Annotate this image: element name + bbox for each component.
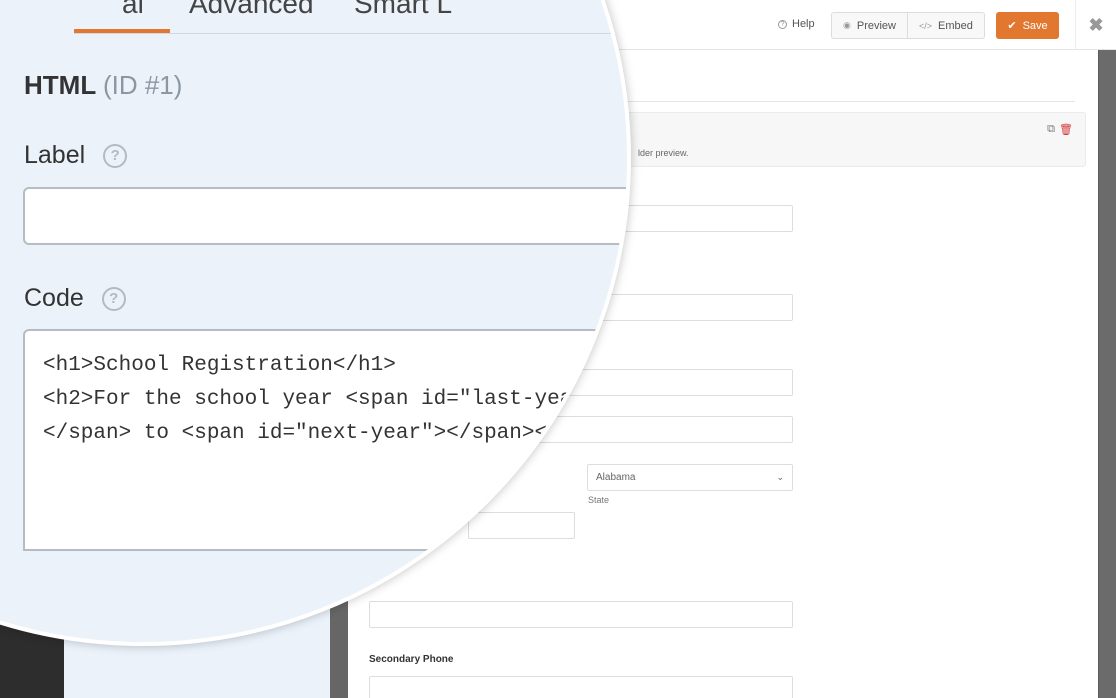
tab-general[interactable]: al [122,0,144,20]
secondary-phone-input[interactable] [369,676,793,698]
chevron-down-icon: ⌄ [776,472,784,482]
eye-icon: ◉ [843,20,851,30]
close-button[interactable]: ✖ [1075,0,1116,50]
preview-scrollbar[interactable] [1098,50,1116,698]
close-icon: ✖ [1088,14,1104,35]
magnifier-callout: al Advanced Smart L HTML (ID #1) Label ?… [0,0,631,646]
question-circle-icon[interactable]: ? [101,286,126,311]
question-circle-icon[interactable]: ? [103,143,128,168]
label-field-label: Label ? [24,141,128,170]
field-actions: ⧉ 🗑 [1047,123,1073,136]
label-input[interactable] [23,187,627,245]
code-textarea[interactable]: <h1>School Registration</h1> <h2>For the… [23,329,627,551]
code-icon: </> [918,20,932,31]
preview-button[interactable]: ◉ Preview [832,13,907,38]
check-icon: ✔ [1007,20,1017,32]
html-block-note: lder preview. [638,148,689,158]
field-title: HTML (ID #1) [24,70,182,101]
embed-button[interactable]: </> Embed [906,13,984,38]
save-label: Save [1022,19,1048,32]
code-field-label: Code ? [24,284,126,313]
code-label-text: Code [24,284,84,312]
field-type: HTML [24,70,96,100]
trash-icon[interactable]: 🗑 [1059,123,1073,136]
embed-label: Embed [938,19,973,32]
help-label: Help [792,18,815,30]
tab-smart-logic[interactable]: Smart L [354,0,452,20]
preview-label: Preview [856,19,896,32]
magnified-field-options: al Advanced Smart L HTML (ID #1) Label ?… [4,0,627,642]
save-button[interactable]: ✔ Save [996,12,1059,39]
tabs-rule [74,33,627,34]
field-id: (ID #1) [102,70,183,100]
secondary-phone-label: Secondary Phone [369,654,454,665]
help-button[interactable]: ? Help [778,18,815,30]
active-tab-indicator [74,29,170,33]
label-label-text: Label [24,141,86,169]
preview-embed-group: ◉ Preview </> Embed [831,12,985,39]
question-circle-icon: ? [778,19,787,29]
tab-advanced[interactable]: Advanced [189,0,314,20]
duplicate-icon[interactable]: ⧉ [1047,123,1055,136]
